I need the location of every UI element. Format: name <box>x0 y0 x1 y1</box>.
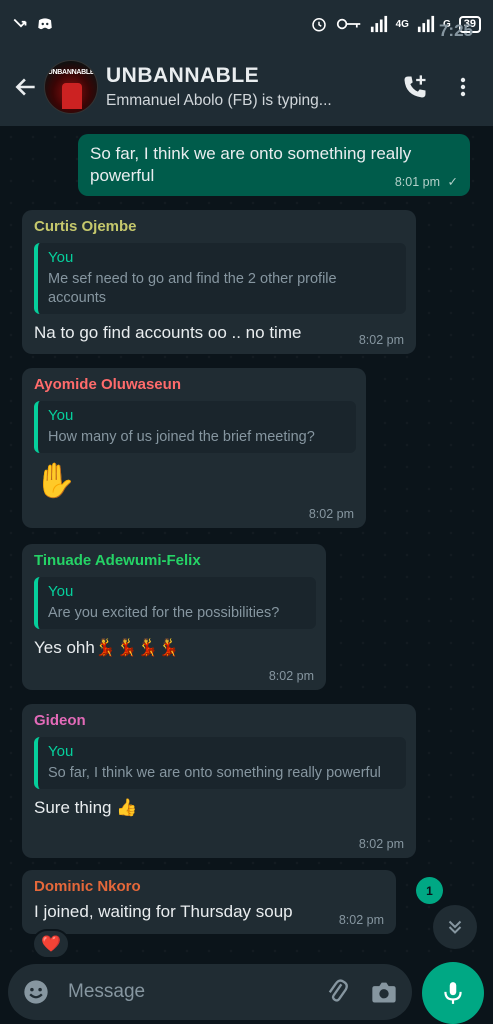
message-outgoing[interactable]: So far, I think we are onto something re… <box>78 134 470 196</box>
unread-badge: 1 <box>416 877 443 904</box>
camera-icon[interactable] <box>368 976 400 1008</box>
message-text: Yes ohh💃💃💃💃 <box>34 638 180 657</box>
message-text: Na to go find accounts oo .. no time <box>34 323 302 342</box>
sender-name: Curtis Ojembe <box>34 218 137 235</box>
status-time: 7:25 <box>438 21 473 40</box>
message-input[interactable]: Message <box>68 981 322 1003</box>
sent-check-icon: ✓ <box>447 175 458 189</box>
missed-call-icon <box>12 15 30 33</box>
message-input-bar[interactable]: Message <box>8 964 412 1020</box>
message-text: Sure thing 👍 <box>34 798 138 817</box>
scroll-down-button[interactable] <box>433 905 477 949</box>
quote-author: You <box>48 583 74 600</box>
message-time: 8:02 pm <box>308 507 354 521</box>
sender-name: Dominic Nkoro <box>34 878 141 895</box>
attach-icon[interactable] <box>322 976 354 1008</box>
more-vert-icon[interactable] <box>439 63 487 111</box>
typing-status: Emmanuel Abolo (FB) is typing... <box>106 92 332 109</box>
mic-icon <box>444 982 462 1004</box>
chat-header: UNBANNABLE UNBANNABLE Emmanuel Abolo (FB… <box>0 48 493 126</box>
message-emoji: ✋ <box>34 462 77 500</box>
sender-name: Tinuade Adewumi-Felix <box>34 552 201 569</box>
quote-author: You <box>48 407 74 424</box>
message-time: 8:02 pm <box>358 333 404 347</box>
group-avatar[interactable]: UNBANNABLE <box>44 60 98 114</box>
heart-reaction[interactable]: ❤️ <box>32 929 70 959</box>
message-time: 8:02 pm <box>358 837 404 851</box>
message-time: 8:02 pm <box>268 669 314 683</box>
quote-text: Me sef need to go and find the 2 other p… <box>48 271 337 306</box>
message-time: 8:01 pm <box>394 175 441 189</box>
quote-text: So far, I think we are onto something re… <box>48 765 381 781</box>
signal-icon-2 <box>417 15 435 33</box>
emoji-icon[interactable] <box>20 976 52 1008</box>
chat-title-area[interactable]: UNBANNABLE Emmanuel Abolo (FB) is typing… <box>106 64 391 110</box>
quoted-message[interactable]: You Me sef need to go and find the 2 oth… <box>34 243 406 314</box>
message-incoming[interactable]: Gideon You So far, I think we are onto s… <box>22 704 416 858</box>
key-icon <box>336 15 362 33</box>
network-label: 4G <box>395 18 409 30</box>
status-bar: 7:25 4G G 39 <box>0 0 493 48</box>
quoted-message[interactable]: You Are you excited for the possibilitie… <box>34 577 316 629</box>
discord-icon <box>36 15 54 33</box>
double-chevron-down-icon <box>448 920 462 934</box>
chat-area[interactable]: So far, I think we are onto something re… <box>0 126 493 960</box>
chat-title: UNBANNABLE <box>106 64 260 87</box>
message-text: I joined, waiting for Thursday soup <box>34 902 293 921</box>
message-incoming[interactable]: Dominic Nkoro I joined, waiting for Thur… <box>22 870 396 934</box>
signal-icon <box>370 15 388 33</box>
back-arrow-icon[interactable] <box>6 67 46 107</box>
avatar-text: UNBANNABLE <box>47 69 95 76</box>
quote-text: Are you excited for the possibilities? <box>48 605 280 621</box>
quote-author: You <box>48 743 74 760</box>
message-time: 8:02 pm <box>338 913 384 927</box>
quote-author: You <box>48 249 74 266</box>
quoted-message[interactable]: You So far, I think we are onto somethin… <box>34 737 406 789</box>
quote-text: How many of us joined the brief meeting? <box>48 429 315 445</box>
message-incoming[interactable]: Curtis Ojembe You Me sef need to go and … <box>22 210 416 354</box>
add-call-icon[interactable] <box>391 63 439 111</box>
quoted-message[interactable]: You How many of us joined the brief meet… <box>34 401 356 453</box>
message-incoming[interactable]: Tinuade Adewumi-Felix You Are you excite… <box>22 544 326 690</box>
sender-name: Ayomide Oluwaseun <box>34 376 181 393</box>
mic-button[interactable] <box>422 962 484 1024</box>
sender-name: Gideon <box>34 712 86 729</box>
alarm-icon <box>310 15 328 33</box>
message-incoming[interactable]: Ayomide Oluwaseun You How many of us joi… <box>22 368 366 528</box>
